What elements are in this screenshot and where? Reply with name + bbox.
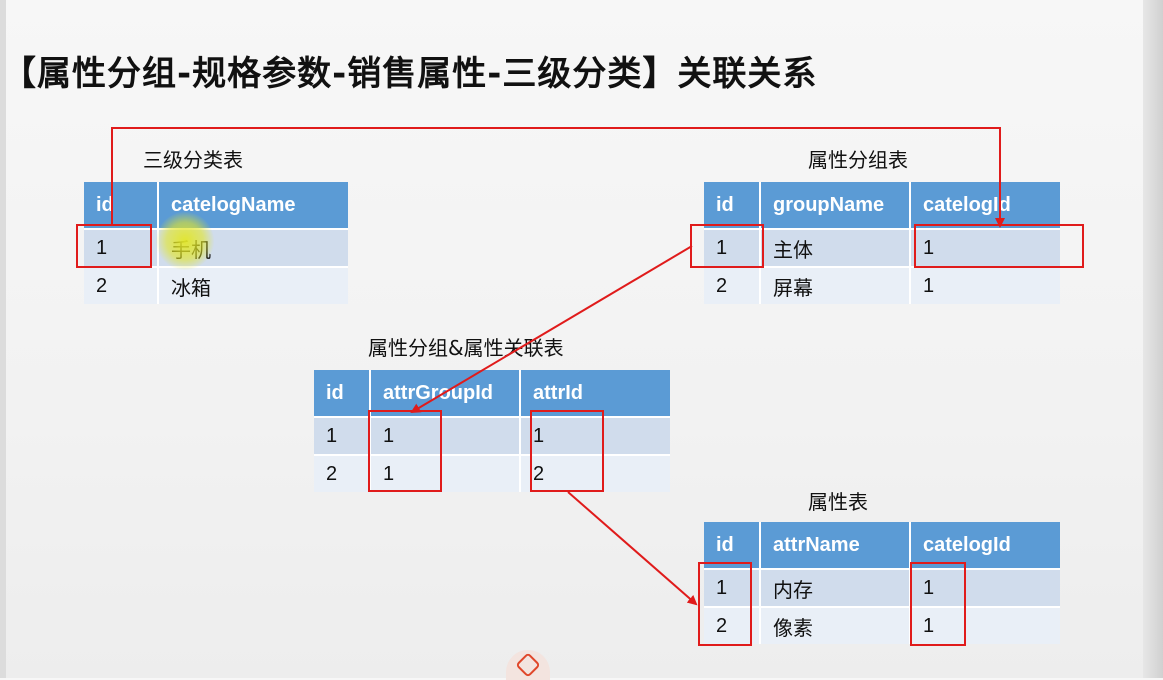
arrow-group-id-to-relation xyxy=(410,245,693,414)
arrow-relation-attrid-to-attr xyxy=(567,491,698,606)
cursor-highlight xyxy=(156,212,214,270)
relation-arrows xyxy=(111,127,1005,606)
arrow-category-to-group-catelogid xyxy=(111,127,1005,228)
